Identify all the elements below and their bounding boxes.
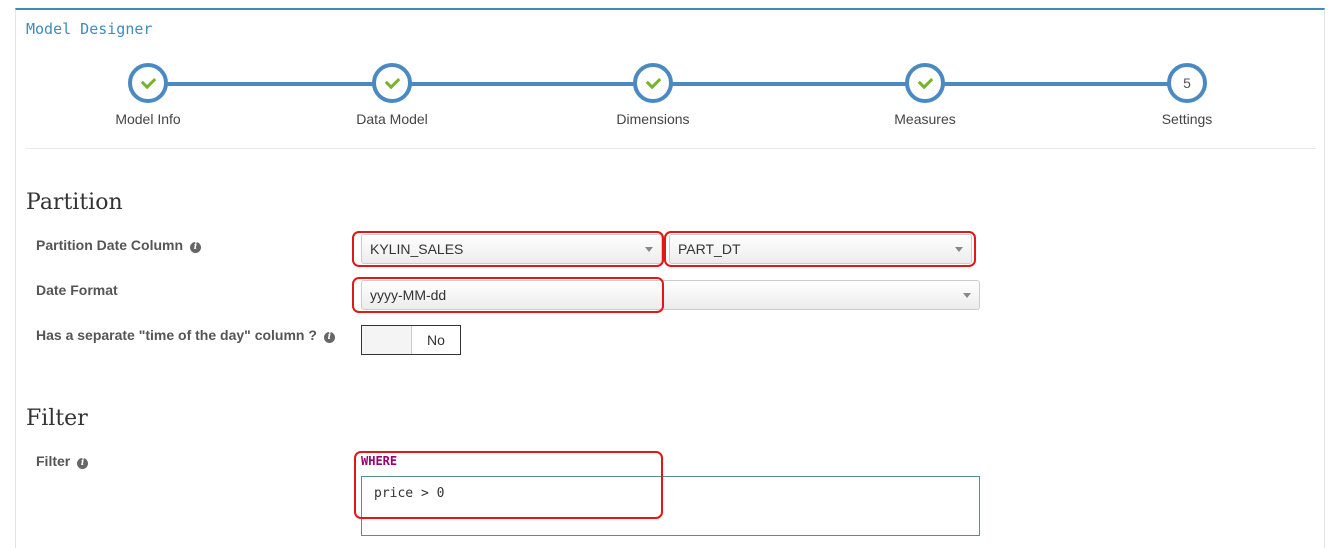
info-icon[interactable]: i xyxy=(323,332,335,343)
wizard-step-dimensions[interactable]: Dimensions xyxy=(573,63,733,127)
caret-down-icon xyxy=(963,293,971,298)
where-keyword: WHERE xyxy=(361,454,398,468)
designer-title: Model Designer xyxy=(26,20,153,38)
partition-table-select[interactable]: KYLIN_SALES xyxy=(361,234,662,264)
check-icon xyxy=(645,73,661,90)
step-done-circle xyxy=(905,63,945,103)
filter-label: Filter i xyxy=(36,453,89,469)
step-label: Model Info xyxy=(115,111,181,127)
field-label-text: Filter xyxy=(36,453,71,469)
wizard-step-data-model[interactable]: Data Model xyxy=(312,63,472,127)
check-icon xyxy=(917,73,933,90)
step-label: Settings xyxy=(1161,111,1213,127)
wizard-divider xyxy=(26,148,1316,149)
time-of-day-label: Has a separate "time of the day" column … xyxy=(36,327,335,343)
toggle-value: No xyxy=(427,332,445,348)
toggle-handle xyxy=(362,326,412,354)
info-icon[interactable]: i xyxy=(77,458,89,469)
wizard-step-settings[interactable]: 5 Settings xyxy=(1107,63,1267,127)
filter-section-title: Filter xyxy=(26,406,88,431)
info-icon[interactable]: i xyxy=(189,242,201,253)
step-number-circle: 5 xyxy=(1167,63,1207,103)
date-format-label: Date Format xyxy=(36,282,118,298)
step-label: Data Model xyxy=(356,111,428,127)
filter-condition-text: price > 0 xyxy=(374,486,445,501)
check-icon xyxy=(140,73,156,90)
field-label-text: Partition Date Column xyxy=(36,237,184,253)
partition-date-column-label: Partition Date Column i xyxy=(36,237,201,253)
wizard-step-measures[interactable]: Measures xyxy=(845,63,1005,127)
step-label: Dimensions xyxy=(616,111,690,127)
step-label: Measures xyxy=(894,111,956,127)
step-done-circle xyxy=(128,63,168,103)
select-value: KYLIN_SALES xyxy=(370,241,464,257)
wizard-step-model-info[interactable]: Model Info xyxy=(68,63,228,127)
filter-condition-editor[interactable]: price > 0 xyxy=(361,476,980,536)
step-done-circle xyxy=(633,63,673,103)
date-format-select[interactable]: yyyy-MM-dd xyxy=(361,280,980,310)
select-value: PART_DT xyxy=(678,241,741,257)
caret-down-icon xyxy=(645,247,653,252)
field-label-text: Has a separate "time of the day" column … xyxy=(36,327,317,343)
caret-down-icon xyxy=(955,247,963,252)
select-value: yyyy-MM-dd xyxy=(370,287,447,303)
partition-section-title: Partition xyxy=(26,190,123,215)
step-done-circle xyxy=(372,63,412,103)
check-icon xyxy=(384,73,400,90)
time-of-day-toggle[interactable]: No xyxy=(361,325,461,355)
partition-column-select[interactable]: PART_DT xyxy=(669,234,972,264)
